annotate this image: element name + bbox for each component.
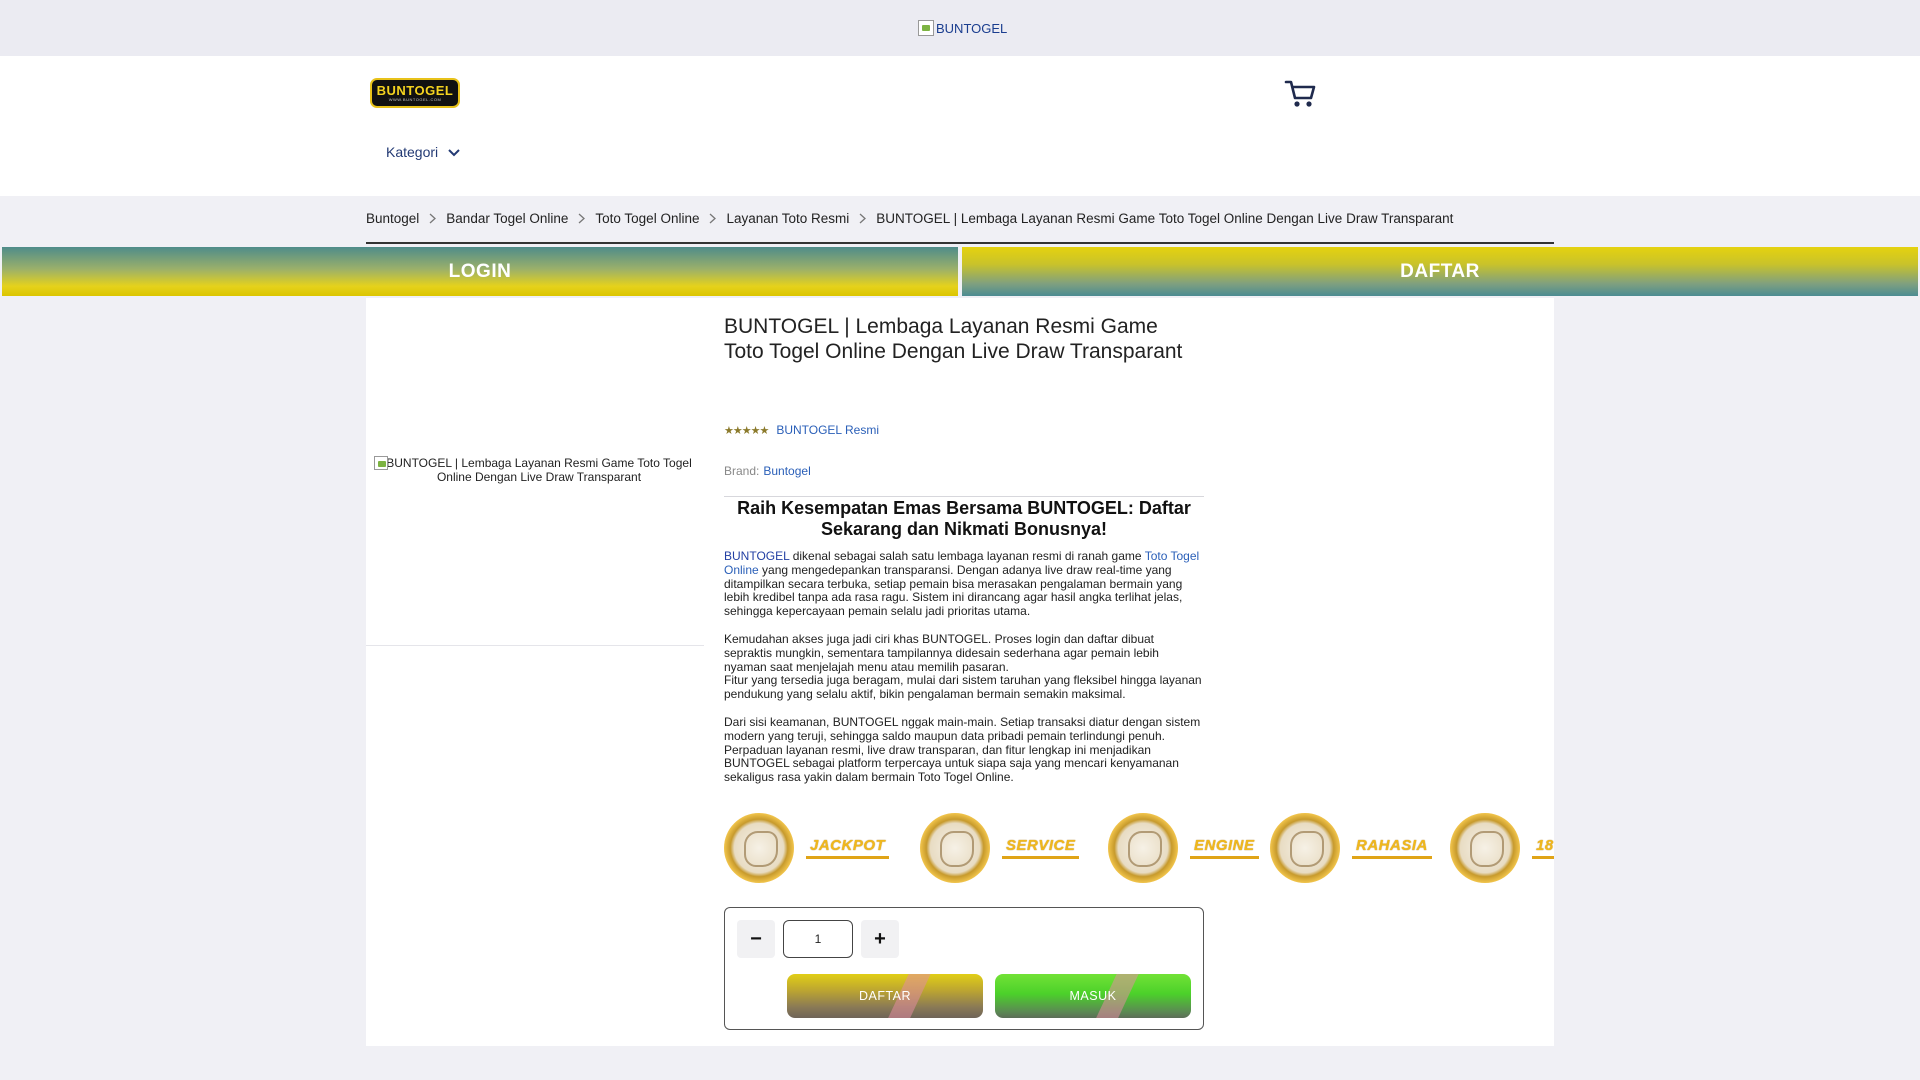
cart-icon[interactable]	[1284, 78, 1318, 110]
breadcrumb-item-toto[interactable]: Toto Togel Online	[595, 211, 699, 226]
breadcrumb-divider	[366, 242, 1554, 244]
breadcrumb-current: BUNTOGEL | Lembaga Layanan Resmi Game To…	[876, 211, 1454, 226]
site-header: BUNTOGEL WWW.BUNTOGEL.COM Kategori	[0, 56, 1920, 196]
coin-icon	[724, 813, 794, 883]
badge-label: 18	[1532, 837, 1554, 859]
chevron-right-icon	[429, 213, 437, 224]
product-description: BUNTOGEL dikenal sebagai salah satu lemb…	[724, 549, 1204, 799]
banner-image[interactable]: BUNTOGEL	[918, 20, 1007, 36]
logo-subtext: WWW.BUNTOGEL.COM	[388, 97, 442, 102]
breadcrumb: Buntogel Bandar Togel Online Toto Togel …	[366, 211, 1453, 226]
logo-text: BUNTOGEL	[376, 83, 454, 98]
description-paragraph: Kemudahan akses juga jadi ciri khas BUNT…	[724, 631, 1159, 674]
kategori-dropdown[interactable]: Kategori	[386, 144, 460, 160]
description-paragraph: Fitur yang tersedia juga beragam, mulai …	[724, 673, 1202, 702]
description-text: dikenal sebagai salah satu lembaga layan…	[789, 549, 1145, 563]
product-title: BUNTOGEL | Lembaga Layanan Resmi Game To…	[724, 315, 1183, 363]
description-paragraph: BUNTOGEL dikenal sebagai salah satu lemb…	[724, 549, 1204, 619]
broken-image-icon	[918, 20, 934, 36]
coin-icon	[1270, 813, 1340, 883]
description-text: yang mengedepankan transparansi. Dengan …	[724, 562, 1183, 619]
purchase-box: − 1 + DAFTAR MASUK	[724, 907, 1204, 1030]
top-banner: BUNTOGEL	[0, 0, 1920, 56]
badge-jackpot: JACKPOT	[724, 810, 890, 886]
badge-service: SERVICE	[920, 810, 1080, 886]
badge-engine: ENGINE	[1108, 810, 1259, 886]
badge-label: SERVICE	[1002, 837, 1080, 859]
brand-label: Brand:	[724, 464, 760, 478]
quantity-increase-button[interactable]: +	[861, 920, 899, 958]
section-divider	[724, 496, 1204, 497]
chevron-right-icon	[578, 213, 586, 224]
description-heading: Raih Kesempatan Emas Bersama BUNTOGEL: D…	[737, 498, 1191, 539]
badge-label: JACKPOT	[806, 837, 890, 859]
product-image[interactable]: BUNTOGEL | Lembaga Layanan Resmi Game To…	[374, 456, 704, 484]
badge-18: 18	[1450, 810, 1554, 886]
brand-link[interactable]: Buntogel	[763, 464, 810, 478]
login-button[interactable]: LOGIN	[2, 247, 958, 296]
product-image-alt: BUNTOGEL | Lembaga Layanan Resmi Game To…	[386, 456, 692, 484]
star-rating-icon: ★★★★★	[724, 424, 769, 437]
quantity-input[interactable]: 1	[783, 920, 853, 958]
chevron-right-icon	[859, 213, 867, 224]
badge-rahasia: RAHASIA	[1270, 810, 1432, 886]
quantity-decrease-button[interactable]: −	[737, 920, 775, 958]
breadcrumb-item-buntogel[interactable]: Buntogel	[366, 211, 419, 226]
feature-badges: JACKPOT SERVICE ENGINE RAHASIA 18	[724, 810, 1554, 886]
coin-icon	[920, 813, 990, 883]
site-logo[interactable]: BUNTOGEL WWW.BUNTOGEL.COM	[370, 78, 460, 108]
daftar-button[interactable]: DAFTAR	[962, 247, 1918, 296]
masuk-action-label: MASUK	[1069, 989, 1117, 1003]
product-panel: BUNTOGEL | Lembaga Layanan Resmi Game To…	[366, 298, 1554, 1046]
coin-icon	[1450, 813, 1520, 883]
banner-alt-text: BUNTOGEL	[936, 20, 1008, 36]
breadcrumb-item-bandar[interactable]: Bandar Togel Online	[446, 211, 568, 226]
badge-label: ENGINE	[1190, 837, 1259, 859]
breadcrumb-item-layanan[interactable]: Layanan Toto Resmi	[726, 211, 849, 226]
badge-label: RAHASIA	[1352, 837, 1432, 859]
product-gallery: BUNTOGEL | Lembaga Layanan Resmi Game To…	[366, 298, 704, 646]
masuk-action-button[interactable]: MASUK	[995, 974, 1191, 1018]
chevron-right-icon	[709, 213, 717, 224]
description-paragraph: Dari sisi keamanan, BUNTOGEL nggak main-…	[724, 714, 1201, 785]
daftar-action-label: DAFTAR	[858, 989, 912, 1003]
coin-icon	[1108, 813, 1178, 883]
kategori-label: Kategori	[386, 144, 439, 160]
breadcrumb-bar: Buntogel Bandar Togel Online Toto Togel …	[0, 196, 1920, 246]
daftar-action-button[interactable]: DAFTAR	[787, 974, 983, 1018]
broken-image-icon	[374, 456, 388, 470]
chevron-down-icon	[448, 144, 460, 160]
rating-row: ★★★★★ BUNTOGEL Resmi	[724, 423, 879, 437]
buntogel-link[interactable]: BUNTOGEL	[724, 549, 789, 563]
brand-row: Brand: Buntogel	[724, 464, 811, 478]
seller-link[interactable]: BUNTOGEL Resmi	[776, 423, 879, 437]
